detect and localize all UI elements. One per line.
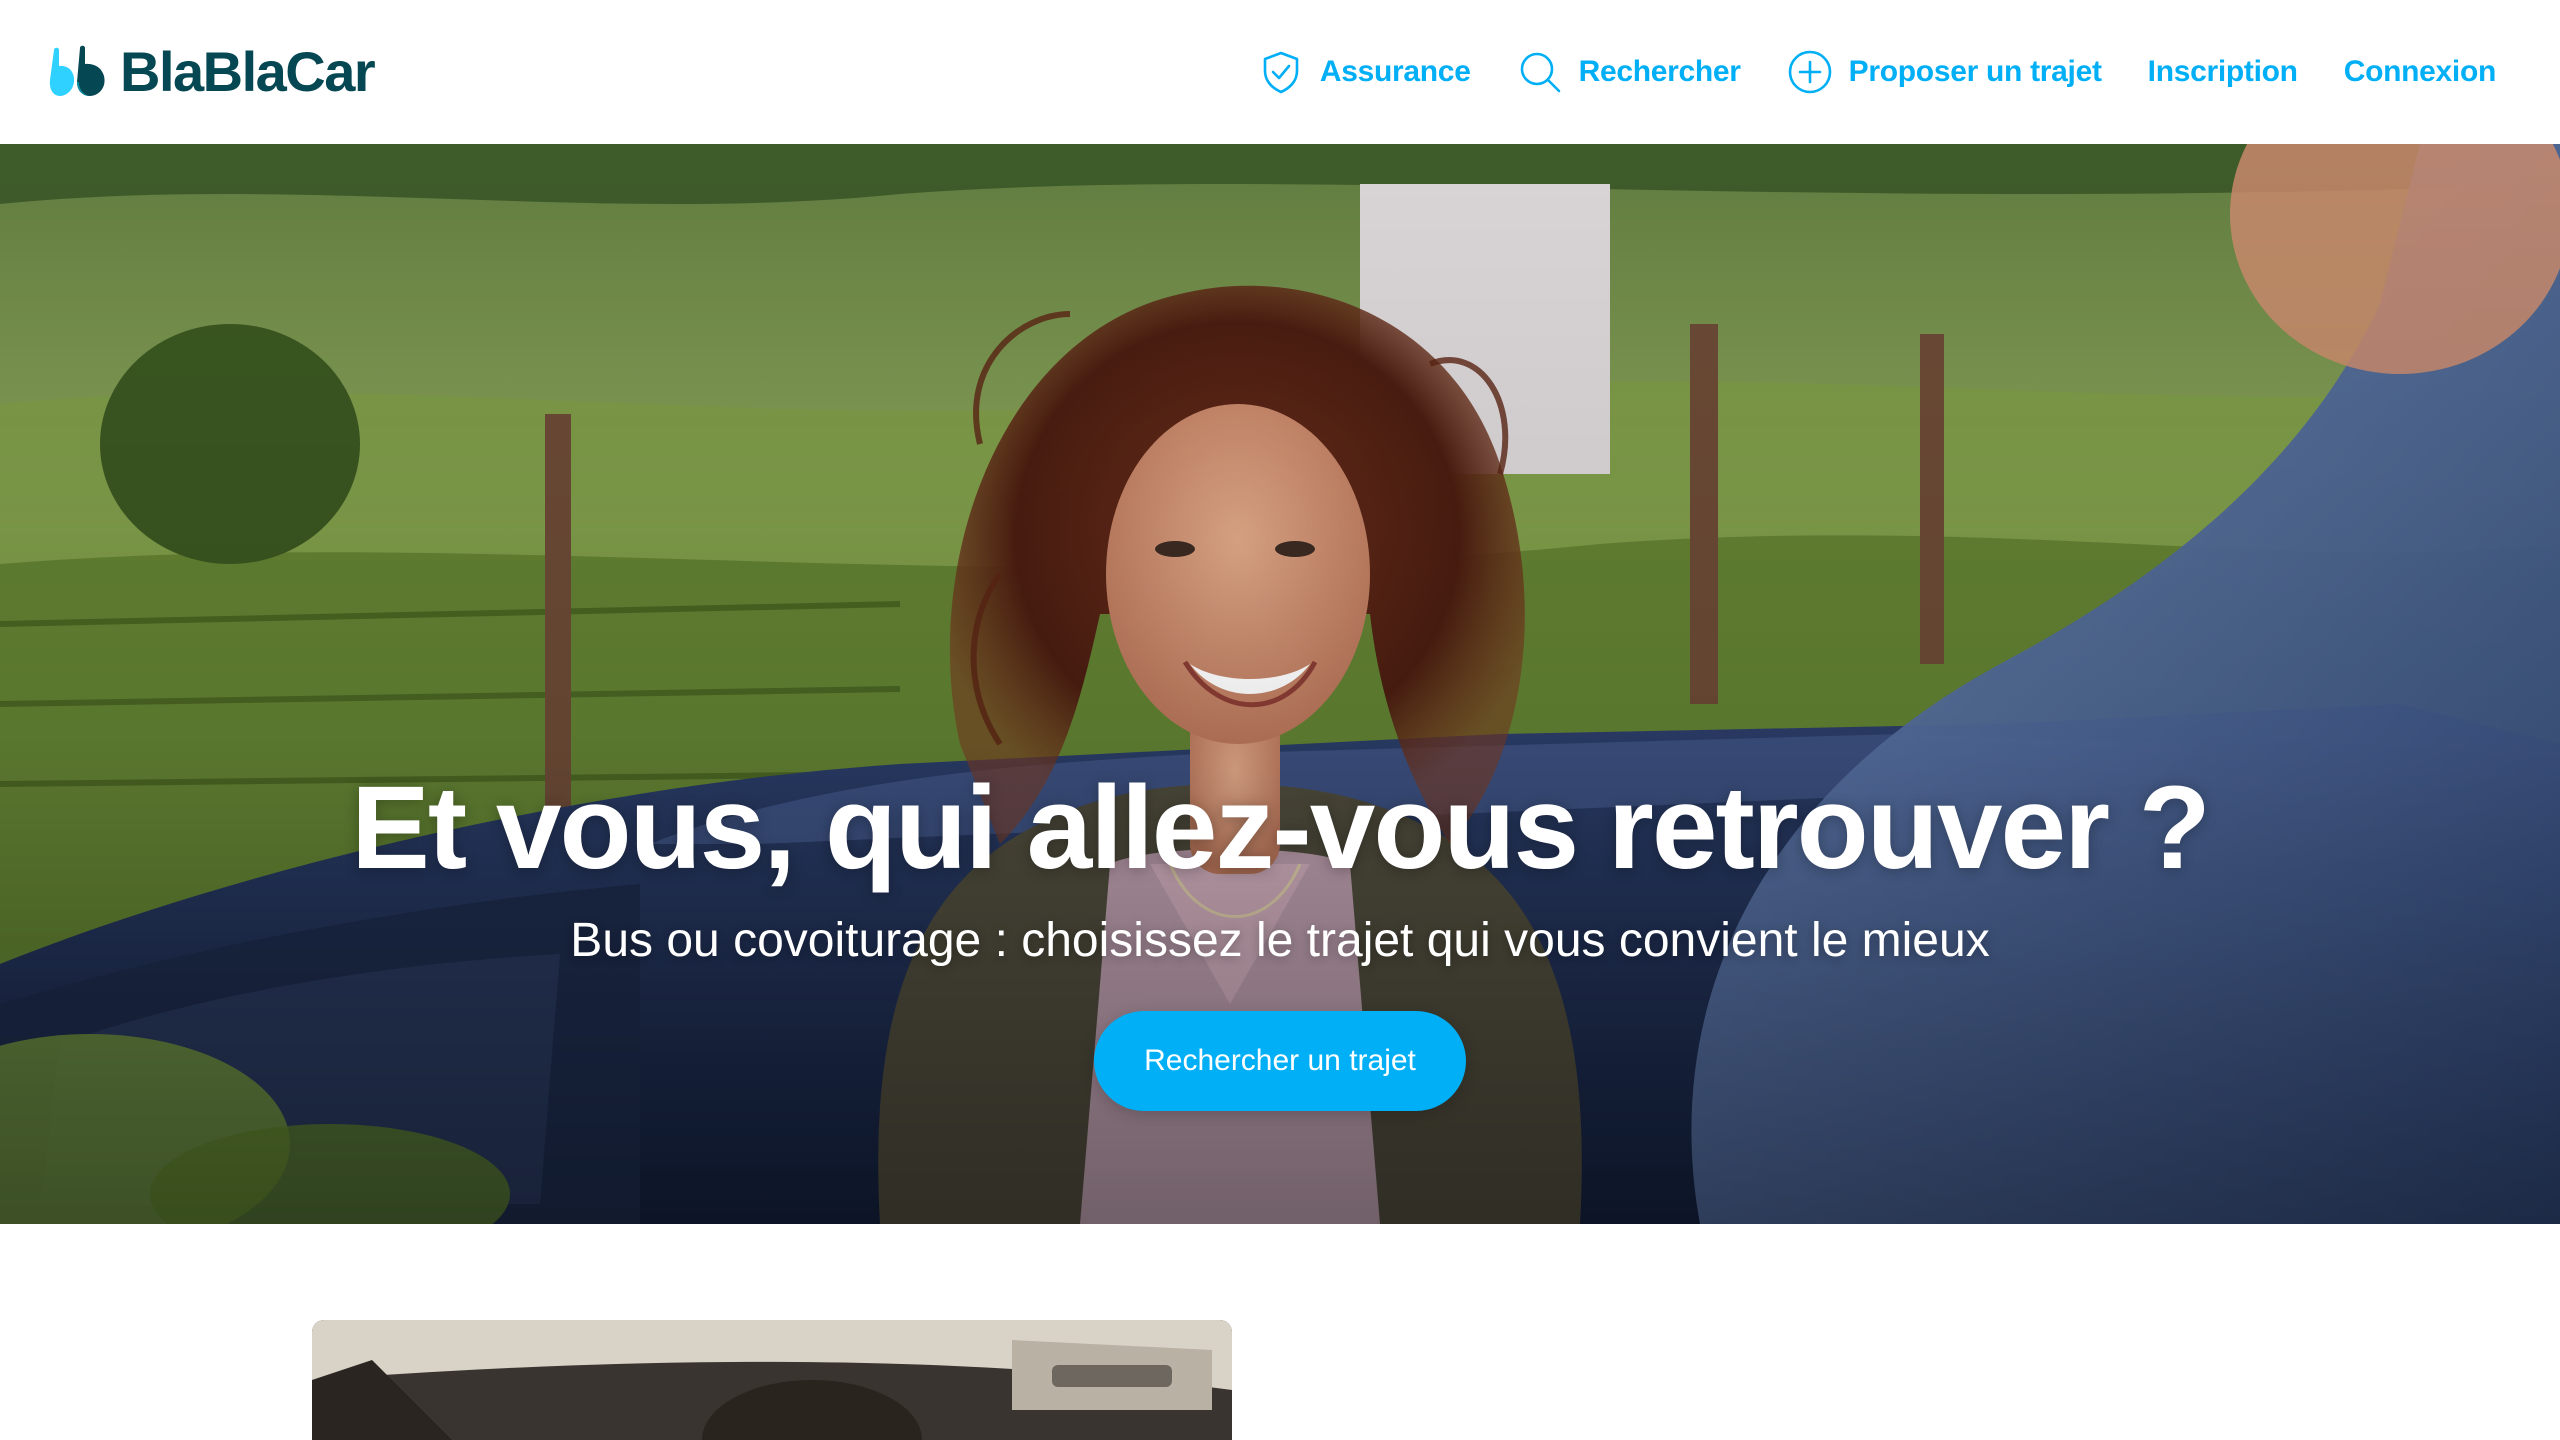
- blablacar-quote-mark-icon: [49, 45, 105, 96]
- blablacar-logo[interactable]: BlaBlaCar: [48, 40, 376, 103]
- shield-check-icon: [1263, 51, 1299, 94]
- nav-proposer-trajet-label: Proposer un trajet: [1848, 55, 2102, 88]
- car-interior-photo: [312, 1320, 1232, 1440]
- search-trip-button[interactable]: Rechercher un trajet: [1094, 1011, 1466, 1112]
- promo-card-image: [312, 1320, 1232, 1440]
- plus-circle-icon: [1788, 50, 1831, 94]
- logo-wordmark: BlaBlaCar: [120, 40, 376, 103]
- hero-section: Et vous, qui allez-vous retrouver ? Bus …: [0, 144, 2560, 1224]
- search-icon: [1520, 52, 1560, 93]
- nav-inscription[interactable]: Inscription: [2148, 55, 2298, 89]
- nav-assurance[interactable]: Assurance: [1258, 49, 1471, 95]
- nav-rechercher[interactable]: Rechercher: [1517, 49, 1741, 95]
- nav-rechercher-label: Rechercher: [1578, 55, 1741, 88]
- hero-content: Et vous, qui allez-vous retrouver ? Bus …: [0, 762, 2560, 1112]
- site-header: BlaBlaCar Assurance Rechercher Proposer …: [0, 0, 2560, 144]
- hero-title: Et vous, qui allez-vous retrouver ?: [351, 762, 2211, 894]
- main-nav: Assurance Rechercher Proposer un trajet …: [1258, 49, 2496, 95]
- nav-proposer-trajet[interactable]: Proposer un trajet: [1787, 49, 2102, 95]
- nav-assurance-label: Assurance: [1319, 55, 1471, 88]
- hero-subtitle: Bus ou covoiturage : choisissez le traje…: [570, 913, 1990, 967]
- nav-connexion[interactable]: Connexion: [2344, 55, 2497, 89]
